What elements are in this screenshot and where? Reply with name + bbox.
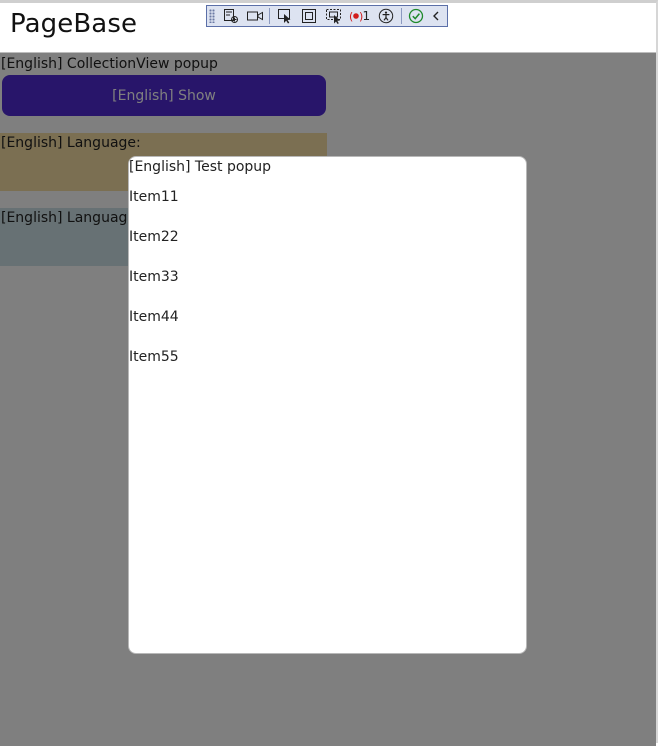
debug-toolbar: ( ) 1 [206, 5, 448, 27]
test-popup: [English] Test popup Item11 Item22 Item3… [128, 156, 527, 654]
display-layout-adorners-icon[interactable] [299, 7, 319, 25]
hot-reload-status-icon[interactable] [406, 7, 426, 25]
accessibility-icon[interactable] [376, 7, 396, 25]
binding-failures-count: 1 [362, 9, 371, 23]
list-item[interactable]: Item44 [129, 309, 179, 349]
list-item[interactable]: Item11 [129, 189, 179, 229]
list-item[interactable]: Item55 [129, 349, 179, 389]
page-title: PageBase [10, 9, 138, 39]
popup-collection-view[interactable]: Item11 Item22 Item33 Item44 Item55 [129, 189, 179, 389]
app-window: PageBase () 1 [English] Test popup Item… [0, 0, 658, 746]
video-camera-icon[interactable] [245, 7, 265, 25]
toolbar-separator [400, 8, 402, 24]
live-visual-tree-icon[interactable] [221, 7, 241, 25]
select-element-icon[interactable] [274, 7, 294, 25]
list-item[interactable]: Item22 [129, 229, 179, 269]
page-content: [English] CollectionView popup [English]… [0, 53, 656, 746]
collapse-toolbar-icon[interactable] [430, 7, 443, 25]
list-item[interactable]: Item33 [129, 269, 179, 309]
toolbar-grip-icon[interactable] [209, 9, 215, 23]
svg-text:(: ( [349, 10, 353, 23]
toolbar-separator [269, 8, 271, 24]
popup-title: [English] Test popup [129, 159, 272, 175]
track-focused-element-icon[interactable] [323, 7, 343, 25]
